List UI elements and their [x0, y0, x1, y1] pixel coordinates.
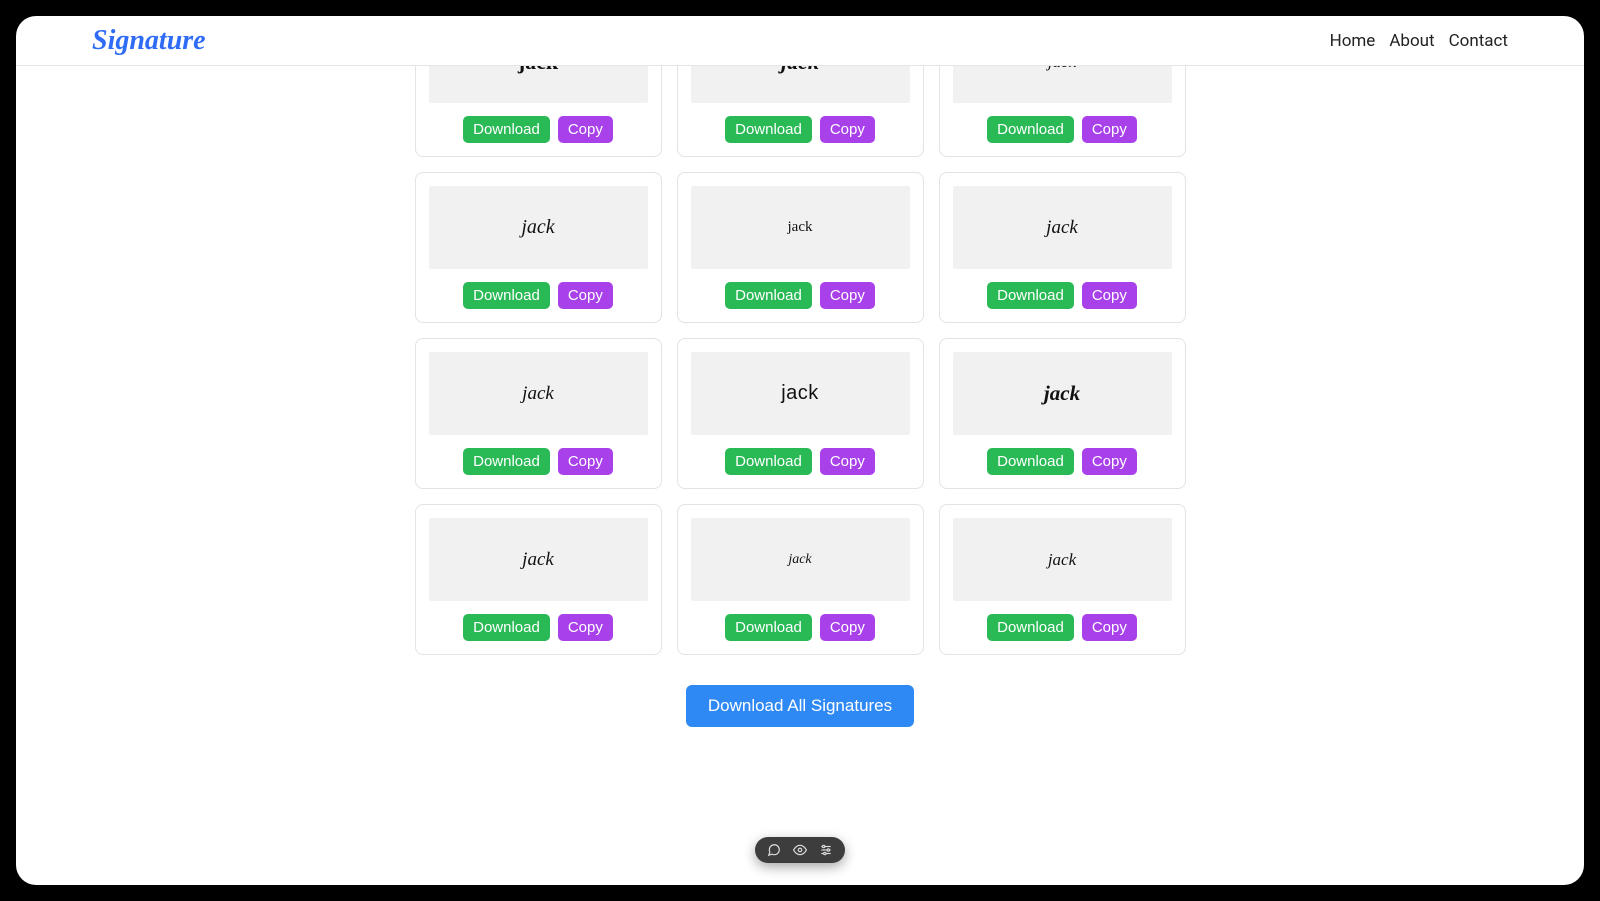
copy-button[interactable]: Copy	[820, 614, 875, 641]
signature-card: jack Download Copy	[677, 172, 924, 323]
button-row: Download Copy	[463, 614, 613, 641]
button-row: Download Copy	[725, 614, 875, 641]
button-row: Download Copy	[987, 116, 1137, 143]
nav-links: Home About Contact	[1330, 31, 1508, 51]
button-row: Download Copy	[725, 116, 875, 143]
signature-card: jack Download Copy	[415, 338, 662, 489]
signature-preview: jack	[691, 66, 910, 103]
button-row: Download Copy	[725, 282, 875, 309]
signature-preview: jack	[429, 352, 648, 435]
signature-card: jack Download Copy	[415, 66, 662, 157]
signature-card: jack Download Copy	[939, 172, 1186, 323]
signature-card: jack Download Copy	[677, 66, 924, 157]
download-button[interactable]: Download	[463, 116, 550, 143]
navbar: Signature Home About Contact	[16, 16, 1584, 66]
button-row: Download Copy	[987, 282, 1137, 309]
floating-toolbar[interactable]	[755, 837, 845, 863]
copy-button[interactable]: Copy	[820, 282, 875, 309]
signature-preview: jack	[429, 518, 648, 601]
signature-preview: jack	[953, 186, 1172, 269]
app-frame: Signature Home About Contact jack Downloa…	[16, 16, 1584, 885]
eye-icon[interactable]	[793, 843, 807, 857]
signature-preview: jack	[429, 186, 648, 269]
download-button[interactable]: Download	[463, 448, 550, 475]
signature-card: jack Download Copy	[939, 338, 1186, 489]
copy-button[interactable]: Copy	[558, 282, 613, 309]
signature-grid: jack Download Copy jack Download Copy jack Down…	[414, 66, 1186, 655]
download-button[interactable]: Download	[463, 282, 550, 309]
button-row: Download Copy	[463, 448, 613, 475]
download-button[interactable]: Download	[987, 116, 1074, 143]
button-row: Download Copy	[987, 614, 1137, 641]
copy-button[interactable]: Copy	[820, 448, 875, 475]
copy-button[interactable]: Copy	[558, 448, 613, 475]
button-row: Download Copy	[463, 116, 613, 143]
signature-card: jack Download Copy	[415, 172, 662, 323]
signature-card: jack Download Copy	[939, 504, 1186, 655]
copy-button[interactable]: Copy	[1082, 116, 1137, 143]
signature-card: jack Download Copy	[677, 338, 924, 489]
download-button[interactable]: Download	[725, 448, 812, 475]
copy-button[interactable]: Copy	[820, 116, 875, 143]
download-button[interactable]: Download	[725, 614, 812, 641]
copy-button[interactable]: Copy	[558, 116, 613, 143]
nav-contact[interactable]: Contact	[1449, 31, 1508, 51]
nav-about[interactable]: About	[1389, 31, 1434, 51]
signature-card: jack Download Copy	[677, 504, 924, 655]
signature-preview: jack	[429, 66, 648, 103]
button-row: Download Copy	[725, 448, 875, 475]
download-button[interactable]: Download	[725, 116, 812, 143]
button-row: Download Copy	[987, 448, 1137, 475]
signature-preview: jack	[953, 66, 1172, 103]
signature-preview: jack	[953, 518, 1172, 601]
signature-card: jack Download Copy	[415, 504, 662, 655]
signature-preview: jack	[691, 186, 910, 269]
logo[interactable]: Signature	[92, 25, 206, 57]
download-button[interactable]: Download	[987, 614, 1074, 641]
scroll-area[interactable]: jack Download Copy jack Download Copy jack Down…	[16, 66, 1584, 885]
button-row: Download Copy	[463, 282, 613, 309]
nav-home[interactable]: Home	[1330, 31, 1376, 51]
download-all-button[interactable]: Download All Signatures	[686, 685, 914, 727]
signature-preview: jack	[691, 352, 910, 435]
signature-preview: jack	[953, 352, 1172, 435]
chat-icon[interactable]	[767, 843, 781, 857]
content: jack Download Copy jack Download Copy jack Down…	[16, 66, 1584, 885]
download-button[interactable]: Download	[987, 282, 1074, 309]
copy-button[interactable]: Copy	[1082, 614, 1137, 641]
copy-button[interactable]: Copy	[1082, 282, 1137, 309]
download-button[interactable]: Download	[987, 448, 1074, 475]
signature-card: jack Download Copy	[939, 66, 1186, 157]
sliders-icon[interactable]	[819, 843, 833, 857]
copy-button[interactable]: Copy	[558, 614, 613, 641]
download-button[interactable]: Download	[463, 614, 550, 641]
download-button[interactable]: Download	[725, 282, 812, 309]
signature-preview: jack	[691, 518, 910, 601]
copy-button[interactable]: Copy	[1082, 448, 1137, 475]
